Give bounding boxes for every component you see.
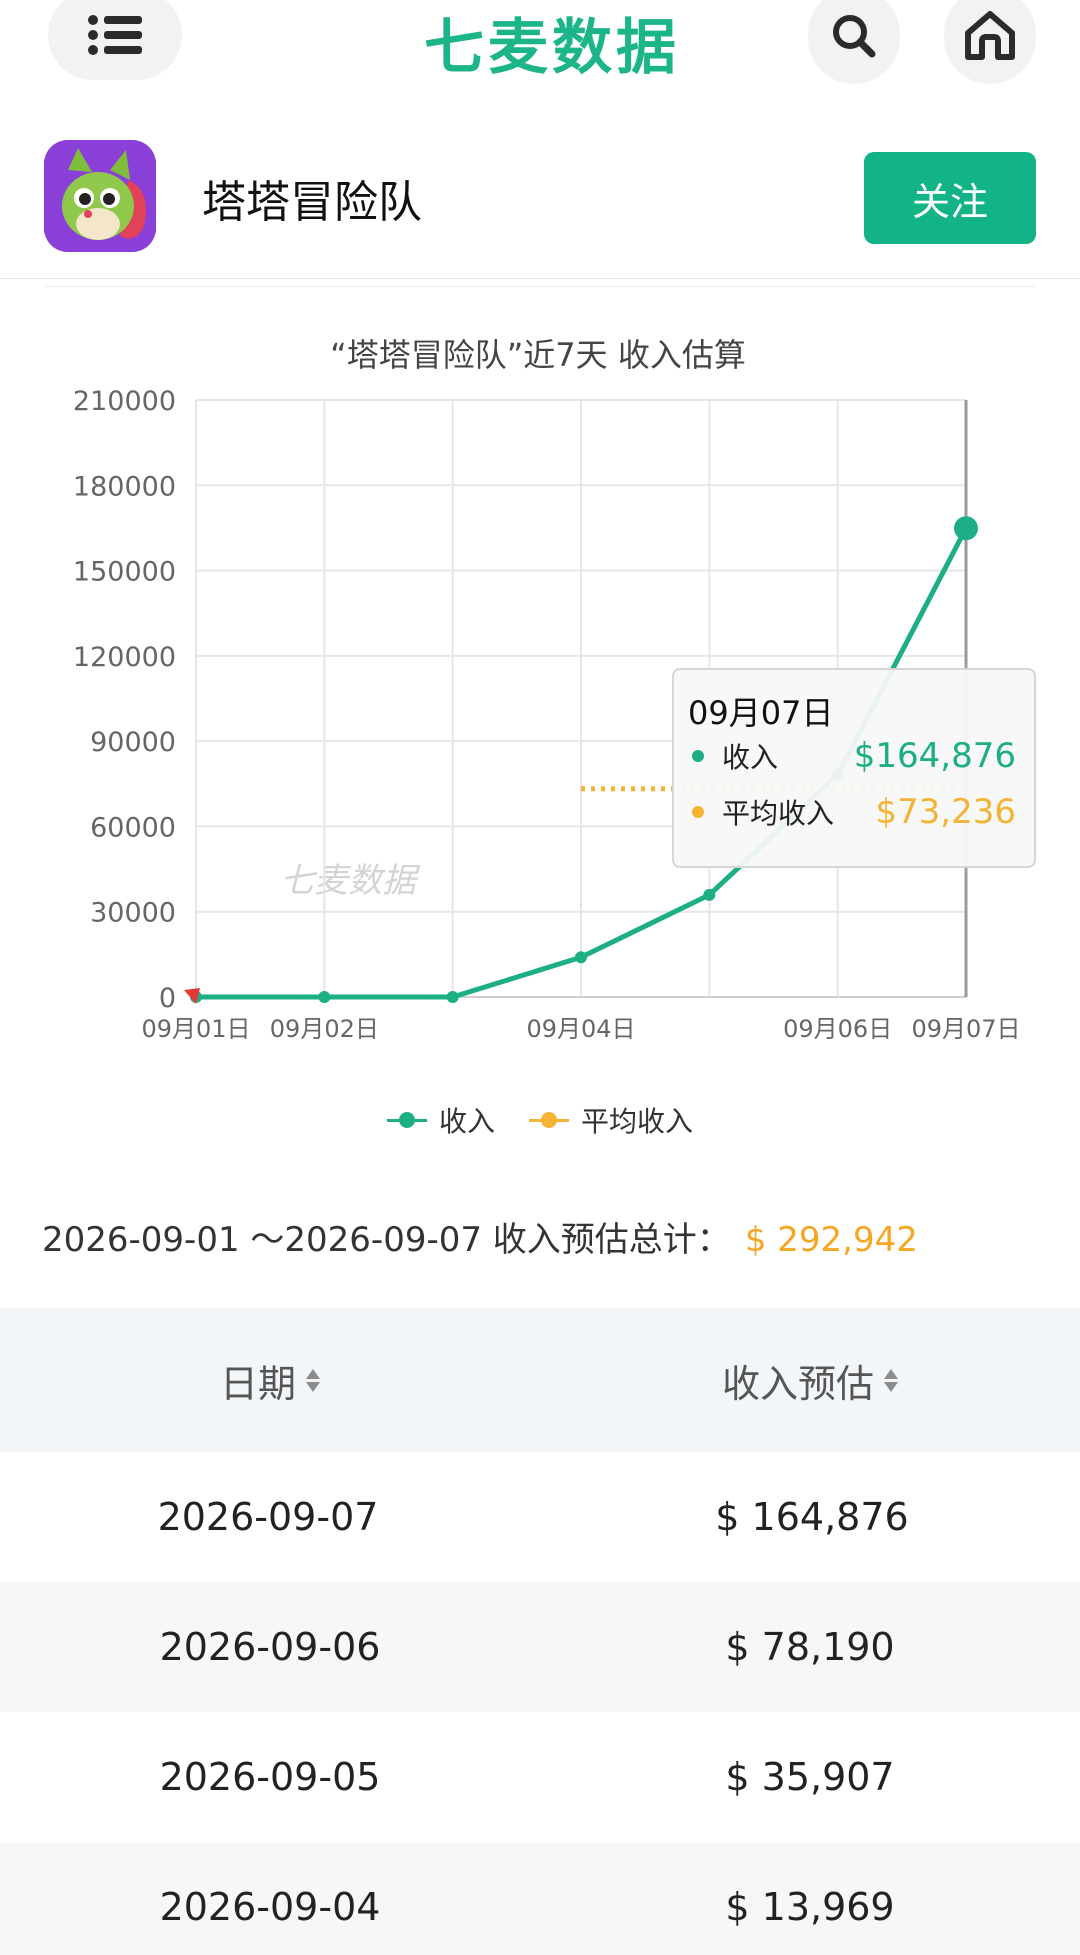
column-header-revenue[interactable]: 收入预估 xyxy=(540,1353,1080,1408)
summary-total: $ 292,942 xyxy=(744,1220,918,1260)
app-character-image xyxy=(44,140,156,252)
tooltip-date: 09月07日 xyxy=(688,694,834,732)
x-tick-label: 09月07日 xyxy=(911,1015,1020,1043)
column-header-date[interactable]: 日期 xyxy=(0,1353,540,1408)
table-body: 2026-09-07 $ 164,876 2026-09-06 $ 78,190… xyxy=(0,1452,1080,1955)
cell-date: 2026-09-07 xyxy=(157,1495,379,1539)
revenue-dot-icon xyxy=(692,750,704,762)
legend-item-average[interactable]: 平均收入 xyxy=(529,1100,693,1140)
revenue-point xyxy=(575,951,587,964)
average-dot-icon xyxy=(692,806,704,818)
cell-revenue: $ 35,907 xyxy=(725,1755,895,1799)
search-icon xyxy=(833,15,876,58)
y-tick-label: 210000 xyxy=(73,386,176,417)
legend-swatch-icon xyxy=(386,1112,427,1128)
list-menu-icon xyxy=(88,15,142,55)
revenue-point xyxy=(954,516,978,541)
tooltip-label: 收入 xyxy=(722,741,779,774)
revenue-point xyxy=(703,888,716,901)
chart-title: “塔塔冒险队”近7天 收入估算 xyxy=(330,336,746,374)
x-tick-label: 09月01日 xyxy=(141,1015,250,1043)
revenue-summary: 2026-09-01 ～2026-09-07 收入预估总计： $ 292,942 xyxy=(42,1212,918,1261)
table-row: 2026-09-06 $ 78,190 xyxy=(0,1582,1080,1712)
legend-swatch-icon xyxy=(529,1112,569,1128)
x-tick-label: 09月02日 xyxy=(270,1015,379,1043)
search-button[interactable] xyxy=(808,0,900,84)
home-button[interactable] xyxy=(944,0,1036,84)
revenue-point xyxy=(318,991,331,1003)
y-tick-label: 90000 xyxy=(90,727,176,758)
summary-label: 2026-09-01 ～2026-09-07 收入预估总计： xyxy=(42,1220,731,1260)
column-label: 日期 xyxy=(219,1361,296,1406)
sort-icon xyxy=(884,1368,898,1392)
app-name: 塔塔冒险队 xyxy=(202,177,422,228)
revenue-table: 日期 收入预估 2026-09-07 $ 164,876 2026-09-06 … xyxy=(0,1308,1080,1955)
cell-date: 2026-09-05 xyxy=(159,1755,381,1799)
site-logo[interactable]: 七麦数据 xyxy=(412,2,692,83)
divider xyxy=(0,278,1080,279)
tooltip-value: $73,236 xyxy=(875,792,1016,832)
chart-tooltip: 09月07日 收入 $164,876 平均收入 $73,236 xyxy=(672,668,1036,868)
y-tick-label: 0 xyxy=(159,983,176,1014)
chart-watermark: 七麦数据 xyxy=(280,861,421,901)
tooltip-label: 平均收入 xyxy=(722,797,835,830)
x-tick-label: 09月04日 xyxy=(526,1015,635,1043)
table-header: 日期 收入预估 xyxy=(0,1308,1080,1452)
follow-button[interactable]: 关注 xyxy=(864,152,1036,244)
table-row: 2026-09-05 $ 35,907 xyxy=(0,1712,1080,1842)
y-tick-label: 150000 xyxy=(73,557,176,588)
top-bar: 七麦数据 xyxy=(0,0,1080,110)
y-tick-label: 60000 xyxy=(90,812,176,843)
table-row: 2026-09-07 $ 164,876 xyxy=(0,1452,1080,1582)
y-tick-label: 180000 xyxy=(73,471,176,502)
cell-revenue: $ 78,190 xyxy=(725,1625,895,1669)
divider xyxy=(44,286,1036,287)
cell-date: 2026-09-04 xyxy=(159,1885,381,1929)
tooltip-value: $164,876 xyxy=(853,736,1016,776)
legend-item-revenue[interactable]: 收入 xyxy=(386,1100,495,1140)
revenue-point xyxy=(446,991,459,1003)
home-icon xyxy=(965,11,1015,60)
app-header: 塔塔冒险队 关注 xyxy=(0,130,1080,280)
y-tick-label: 30000 xyxy=(90,898,176,929)
app-icon[interactable] xyxy=(44,140,156,252)
menu-button[interactable] xyxy=(48,0,182,80)
legend-label: 平均收入 xyxy=(581,1105,694,1138)
legend-label: 收入 xyxy=(438,1105,495,1138)
cell-revenue: $ 13,969 xyxy=(725,1885,895,1929)
x-tick-label: 09月06日 xyxy=(783,1015,892,1043)
sort-icon xyxy=(306,1368,320,1392)
chart-legend: 收入 平均收入 xyxy=(0,1100,1080,1140)
revenue-chart: “塔塔冒险队”近7天 收入估算 七麦数据 0 30000 60000 90000 120… xyxy=(0,300,1080,1160)
column-label: 收入预估 xyxy=(721,1361,874,1406)
tooltip-row-average: 平均收入 $73,236 xyxy=(692,790,1032,834)
tooltip-row-revenue: 收入 $164,876 xyxy=(692,734,1032,778)
cell-revenue: $ 164,876 xyxy=(715,1495,909,1539)
y-tick-label: 120000 xyxy=(73,642,176,673)
cell-date: 2026-09-06 xyxy=(159,1625,381,1669)
table-row: 2026-09-04 $ 13,969 xyxy=(0,1842,1080,1955)
